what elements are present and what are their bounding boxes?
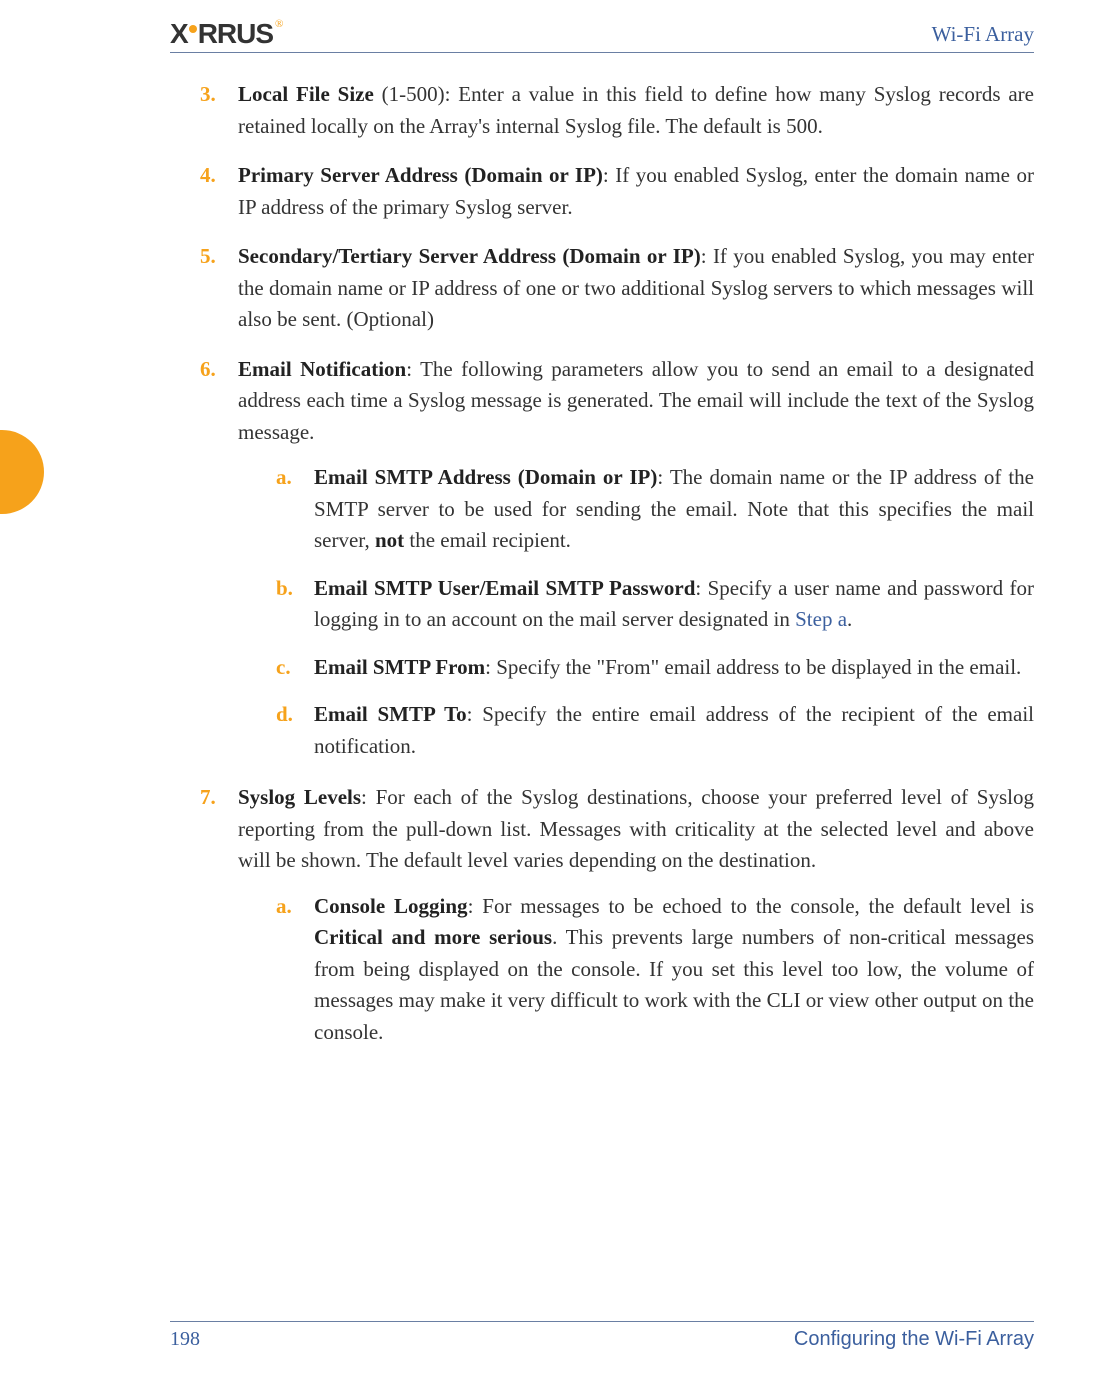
sub-list-letter: a. bbox=[276, 462, 314, 557]
list-item: 6. Email Notification: The following par… bbox=[170, 354, 1034, 779]
sub-text: Specify the "From" email address to be d… bbox=[496, 655, 1021, 679]
sub-list-item: a. Console Logging: For messages to be e… bbox=[238, 891, 1034, 1049]
sub-title: Email SMTP User/Email SMTP Password bbox=[314, 576, 695, 600]
sub-title-suffix: : bbox=[695, 576, 707, 600]
sub-list-item: d. Email SMTP To: Specify the entire ema… bbox=[238, 699, 1034, 762]
sub-bold: Critical and more serious bbox=[314, 925, 552, 949]
list-number: 3. bbox=[200, 79, 238, 142]
sub-title: Console Logging bbox=[314, 894, 468, 918]
item-title: Syslog Levels bbox=[238, 785, 361, 809]
list-number: 5. bbox=[200, 241, 238, 336]
sub-body: Email SMTP User/Email SMTP Password: Spe… bbox=[314, 573, 1034, 636]
header-title: Wi-Fi Array bbox=[932, 22, 1034, 47]
item-title: Email Notification bbox=[238, 357, 406, 381]
page-content: 3. Local File Size (1-500): Enter a valu… bbox=[170, 79, 1034, 1064]
list-body: Primary Server Address (Domain or IP): I… bbox=[238, 160, 1034, 223]
item-title-suffix: : bbox=[603, 163, 615, 187]
sub-list-letter: a. bbox=[276, 891, 314, 1049]
sub-body: Email SMTP Address (Domain or IP): The d… bbox=[314, 462, 1034, 557]
list-item: 3. Local File Size (1-500): Enter a valu… bbox=[170, 79, 1034, 142]
sub-body: Console Logging: For messages to be echo… bbox=[314, 891, 1034, 1049]
item-title-suffix: : bbox=[406, 357, 420, 381]
list-number: 4. bbox=[200, 160, 238, 223]
list-body: Secondary/Tertiary Server Address (Domai… bbox=[238, 241, 1034, 336]
sub-body: Email SMTP From: Specify the "From" emai… bbox=[314, 652, 1034, 684]
sub-text: For messages to be echoed to the console… bbox=[482, 894, 1034, 918]
list-body: Email Notification: The following parame… bbox=[238, 354, 1034, 779]
list-item: 4. Primary Server Address (Domain or IP)… bbox=[170, 160, 1034, 223]
item-title: Primary Server Address (Domain or IP) bbox=[238, 163, 603, 187]
sub-title-suffix: : bbox=[468, 894, 483, 918]
sub-title: Email SMTP From bbox=[314, 655, 485, 679]
sub-list: a. Email SMTP Address (Domain or IP): Th… bbox=[238, 462, 1034, 762]
sub-list: a. Console Logging: For messages to be e… bbox=[238, 891, 1034, 1049]
sub-title-suffix: : bbox=[657, 465, 669, 489]
logo-text-part: X bbox=[170, 18, 188, 50]
sub-title-suffix: : bbox=[467, 702, 483, 726]
sub-text: . bbox=[847, 607, 852, 631]
page-header: X RRUS® Wi-Fi Array bbox=[170, 18, 1034, 53]
page-footer: 198 Configuring the Wi-Fi Array bbox=[170, 1321, 1034, 1351]
item-title-suffix: : bbox=[361, 785, 376, 809]
item-title: Secondary/Tertiary Server Address (Domai… bbox=[238, 244, 701, 268]
list-number: 6. bbox=[200, 354, 238, 779]
brand-logo: X RRUS® bbox=[170, 18, 281, 50]
sub-title: Email SMTP To bbox=[314, 702, 467, 726]
page-number: 198 bbox=[170, 1328, 200, 1351]
list-number: 7. bbox=[200, 782, 238, 1064]
item-title: Local File Size bbox=[238, 82, 374, 106]
sub-list-letter: b. bbox=[276, 573, 314, 636]
list-item: 5. Secondary/Tertiary Server Address (Do… bbox=[170, 241, 1034, 336]
list-item: 7. Syslog Levels: For each of the Syslog… bbox=[170, 782, 1034, 1064]
list-body: Syslog Levels: For each of the Syslog de… bbox=[238, 782, 1034, 1064]
item-title-suffix: : bbox=[701, 244, 713, 268]
sub-bold: not bbox=[375, 528, 404, 552]
footer-section-title: Configuring the Wi-Fi Array bbox=[794, 1328, 1034, 1351]
logo-dot-icon bbox=[189, 25, 197, 33]
logo-text-part: RRUS bbox=[198, 18, 273, 50]
logo-registered-icon: ® bbox=[275, 18, 283, 30]
sub-list-item: a. Email SMTP Address (Domain or IP): Th… bbox=[238, 462, 1034, 557]
cross-reference-link[interactable]: Step a bbox=[795, 607, 847, 631]
item-title-suffix: (1-500): bbox=[374, 82, 458, 106]
sub-title-suffix: : bbox=[485, 655, 496, 679]
sub-list-item: b. Email SMTP User/Email SMTP Password: … bbox=[238, 573, 1034, 636]
sub-list-letter: d. bbox=[276, 699, 314, 762]
sub-title: Email SMTP Address (Domain or IP) bbox=[314, 465, 657, 489]
sub-body: Email SMTP To: Specify the entire email … bbox=[314, 699, 1034, 762]
sub-list-letter: c. bbox=[276, 652, 314, 684]
list-body: Local File Size (1-500): Enter a value i… bbox=[238, 79, 1034, 142]
sub-text: the email recipient. bbox=[404, 528, 571, 552]
sub-list-item: c. Email SMTP From: Specify the "From" e… bbox=[238, 652, 1034, 684]
document-page: X RRUS® Wi-Fi Array 3. Local File Size (1… bbox=[0, 0, 1094, 1381]
